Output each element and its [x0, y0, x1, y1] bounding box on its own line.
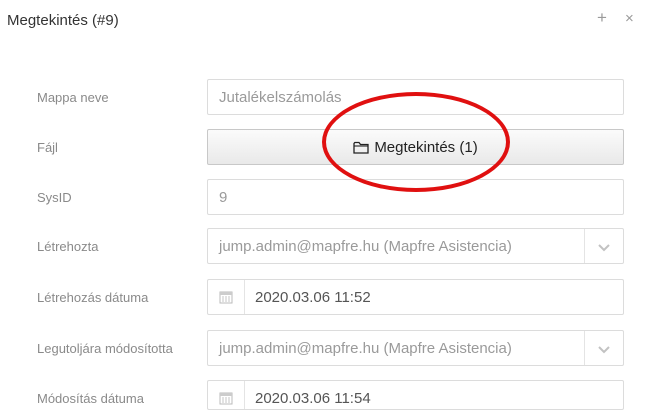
created-by-value: jump.admin@mapfre.hu (Mapfre Asistencia) [219, 238, 512, 255]
sysid-value: 9 [219, 189, 228, 206]
modified-by-select[interactable]: jump.admin@mapfre.hu (Mapfre Asistencia) [207, 330, 624, 366]
sysid-field[interactable]: 9 [207, 179, 624, 215]
created-by-row: Létrehozta jump.admin@mapfre.hu (Mapfre … [0, 228, 647, 266]
chevron-down-icon[interactable] [597, 240, 611, 254]
modified-by-row: Legutoljára módosította jump.admin@mapfr… [0, 330, 647, 368]
created-by-label: Létrehozta [37, 239, 99, 254]
modified-date-field[interactable]: 2020.03.06 11:54 [207, 380, 624, 410]
modified-date-row: Módosítás dátuma 2020.03.06 11:54 [0, 380, 647, 418]
folder-name-field[interactable]: Jutalékelszámolás [207, 79, 624, 115]
view-files-label: Megtekintés (1) [374, 139, 478, 156]
created-date-value: 2020.03.06 11:52 [255, 289, 371, 306]
modified-by-label: Legutoljára módosította [37, 341, 173, 356]
modified-by-value: jump.admin@mapfre.hu (Mapfre Asistencia) [219, 340, 512, 357]
select-divider [584, 331, 585, 365]
created-date-field[interactable]: 2020.03.06 11:52 [207, 279, 624, 315]
expand-button[interactable]: + [597, 8, 607, 28]
sysid-row: SysID 9 [0, 179, 647, 217]
created-date-label: Létrehozás dátuma [37, 290, 149, 305]
dialog-title: Megtekintés (#9) [7, 12, 119, 29]
view-files-button[interactable]: Megtekintés (1) [207, 129, 624, 165]
calendar-icon [219, 291, 233, 304]
folder-icon [353, 141, 369, 154]
folder-name-row: Mappa neve Jutalékelszámolás [0, 79, 647, 117]
modified-date-label: Módosítás dátuma [37, 391, 144, 406]
created-date-row: Létrehozás dátuma 2020.03.06 11:52 [0, 279, 647, 317]
sysid-label: SysID [37, 190, 72, 205]
calendar-button[interactable] [208, 280, 245, 314]
created-by-select[interactable]: jump.admin@mapfre.hu (Mapfre Asistencia) [207, 228, 624, 264]
close-button[interactable]: × [625, 9, 634, 29]
calendar-icon [219, 392, 233, 405]
chevron-down-icon[interactable] [597, 342, 611, 356]
file-label: Fájl [37, 140, 58, 155]
folder-name-value: Jutalékelszámolás [219, 89, 342, 106]
file-row: Fájl Megtekintés (1) [0, 129, 647, 167]
modified-date-value: 2020.03.06 11:54 [255, 390, 371, 407]
select-divider [584, 229, 585, 263]
calendar-button[interactable] [208, 381, 245, 409]
folder-name-label: Mappa neve [37, 90, 109, 105]
